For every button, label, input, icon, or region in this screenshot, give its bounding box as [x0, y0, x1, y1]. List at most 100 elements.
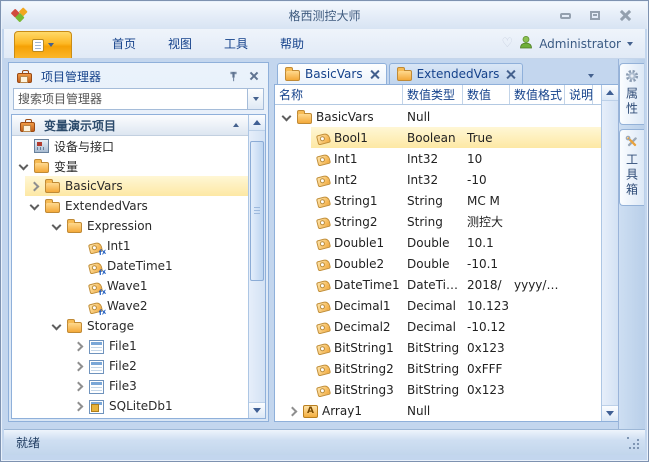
title-bar[interactable]: 格西测控大师 — [2, 2, 647, 29]
project-manager-panel: 项目管理器 变量演示项目 — [8, 62, 269, 422]
ribbon-tab-home[interactable]: 首页 — [96, 29, 152, 58]
expander-icon[interactable] — [71, 359, 87, 373]
expander-icon[interactable] — [27, 199, 43, 213]
maximize-button[interactable] — [583, 8, 607, 24]
grid-row-decimal2[interactable]: Decimal2 Decimal -10.12 — [275, 316, 601, 337]
side-tab-toolbox[interactable]: 工具箱 — [619, 129, 644, 206]
tree-item-basicvars[interactable]: BasicVars — [12, 176, 265, 196]
tag-fx-icon — [87, 281, 104, 294]
scrollbar-up-button[interactable] — [602, 85, 618, 101]
tree-item-partial[interactable] — [12, 416, 265, 418]
expander-icon[interactable] — [71, 379, 87, 393]
column-header-type[interactable]: 数值类型 — [403, 85, 463, 104]
tag-icon — [315, 237, 332, 250]
doc-tab-extendedvars[interactable]: ExtendedVars — [388, 63, 524, 84]
expander-icon[interactable] — [49, 319, 65, 333]
grid-row-basicvars[interactable]: BasicVars Null — [275, 106, 601, 127]
grid-row-decimal1[interactable]: Decimal1 Decimal 10.123 — [275, 295, 601, 316]
tree-item-int1[interactable]: Int1 — [12, 236, 265, 256]
expander-icon[interactable] — [49, 219, 65, 233]
scrollbar-thumb[interactable] — [250, 141, 264, 281]
folder-icon — [45, 199, 60, 213]
tree-item-file2[interactable]: File2 — [12, 356, 265, 376]
expander-icon[interactable] — [71, 399, 87, 413]
resize-grip[interactable] — [627, 437, 640, 450]
grid-row-bitstring2[interactable]: BitString2 BitString 0xFFF — [275, 358, 601, 379]
close-icon — [620, 10, 631, 21]
app-menu-icon — [32, 38, 44, 52]
tree-scrollbar[interactable] — [248, 115, 265, 418]
grid-row-datetime1[interactable]: DateTime1 DateTi… 2018/yyyy/… — [275, 274, 601, 295]
grid-row-bitstring3[interactable]: BitString3 BitString 0x123 — [275, 379, 601, 400]
column-header-value[interactable]: 数值 — [463, 85, 510, 104]
ribbon-tab-view[interactable]: 视图 — [152, 29, 208, 58]
grid-row-int2[interactable]: Int2 Int32 -10 — [275, 169, 601, 190]
tag-fx-icon — [87, 301, 104, 314]
grid-row-double2[interactable]: Double2 Double -10.1 — [275, 253, 601, 274]
column-header-format[interactable]: 数值格式 — [510, 85, 565, 104]
tree-item-storage[interactable]: Storage — [12, 316, 265, 336]
table-icon — [89, 359, 104, 374]
grid-row-bitstring1[interactable]: BitString1 BitString 0x123 — [275, 337, 601, 358]
tree-root-header[interactable]: 变量演示项目 — [12, 115, 265, 136]
tree-item-file3[interactable]: File3 — [12, 376, 265, 396]
close-button[interactable] — [613, 8, 637, 24]
side-tab-properties[interactable]: 属性 — [619, 63, 644, 125]
toolbox-icon — [625, 135, 637, 147]
search-dropdown-button[interactable] — [247, 88, 264, 110]
expander-icon[interactable] — [71, 339, 87, 353]
ribbon-tab-help[interactable]: 帮助 — [264, 29, 320, 58]
user-menu[interactable]: Administrator — [539, 37, 621, 51]
folder-icon — [297, 109, 312, 124]
tree-item-wave1[interactable]: Wave1 — [12, 276, 265, 296]
expander-icon[interactable] — [16, 159, 32, 173]
tag-icon — [315, 279, 332, 292]
favorite-icon[interactable]: ♡ — [502, 36, 514, 51]
expander-icon[interactable] — [27, 179, 43, 193]
grid-scrollbar[interactable] — [601, 85, 618, 421]
tab-list-button[interactable] — [588, 73, 594, 78]
grid-row-array1[interactable]: Array1 Null — [275, 400, 601, 421]
ribbon-tab-tools[interactable]: 工具 — [208, 29, 264, 58]
tree-item-wave2[interactable]: Wave2 — [12, 296, 265, 316]
caret-down-icon — [48, 43, 54, 47]
column-header-name[interactable]: 名称 — [275, 85, 403, 104]
expander-icon[interactable] — [285, 404, 301, 418]
tab-close-icon[interactable] — [506, 70, 515, 79]
tree-item-variables[interactable]: 变量 — [12, 156, 265, 176]
grid-row-string2[interactable]: String2 String 测控大 — [275, 211, 601, 232]
close-icon — [250, 72, 258, 80]
folder-icon — [67, 319, 82, 333]
folder-icon — [34, 159, 49, 173]
tree-item-file1[interactable]: File1 — [12, 336, 265, 356]
tree-item-expression[interactable]: Expression — [12, 216, 265, 236]
grid-row-bool1[interactable]: Bool1 Boolean True — [275, 127, 601, 148]
grid-row-double1[interactable]: Double1 Double 10.1 — [275, 232, 601, 253]
column-header-desc[interactable]: 说明 — [565, 85, 593, 104]
grid-body: BasicVars Null Bool1 Boolean True Int1 In… — [275, 106, 601, 421]
tree-item-datetime1[interactable]: DateTime1 — [12, 256, 265, 276]
app-logo-icon — [10, 6, 29, 26]
pin-button[interactable] — [225, 69, 241, 84]
tree-item-sqlitedb1[interactable]: SQLiteDb1 — [12, 396, 265, 416]
tree-item-extendedvars[interactable]: ExtendedVars — [12, 196, 265, 216]
panel-close-button[interactable] — [246, 69, 262, 84]
expander-icon[interactable] — [279, 110, 295, 124]
tabgroup-close-button[interactable] — [604, 71, 613, 80]
tree-item-devices[interactable]: 设备与接口 — [12, 136, 265, 156]
tag-icon — [315, 216, 332, 229]
tag-icon — [315, 300, 332, 313]
tab-close-icon[interactable] — [370, 70, 379, 79]
app-menu-button[interactable] — [14, 31, 72, 58]
scrollbar-down-button[interactable] — [249, 402, 265, 418]
grid-row-string1[interactable]: String1 String MC M — [275, 190, 601, 211]
status-bar: 就绪 — [4, 429, 645, 455]
doc-tab-basicvars[interactable]: BasicVars — [277, 63, 387, 84]
scrollbar-up-button[interactable] — [249, 115, 265, 131]
minimize-button[interactable] — [553, 8, 577, 24]
search-input[interactable] — [13, 88, 247, 110]
grid-row-int1[interactable]: Int1 Int32 10 — [275, 148, 601, 169]
tag-fx-icon — [87, 261, 104, 274]
scrollbar-down-button[interactable] — [602, 405, 618, 421]
tag-icon — [315, 174, 332, 187]
